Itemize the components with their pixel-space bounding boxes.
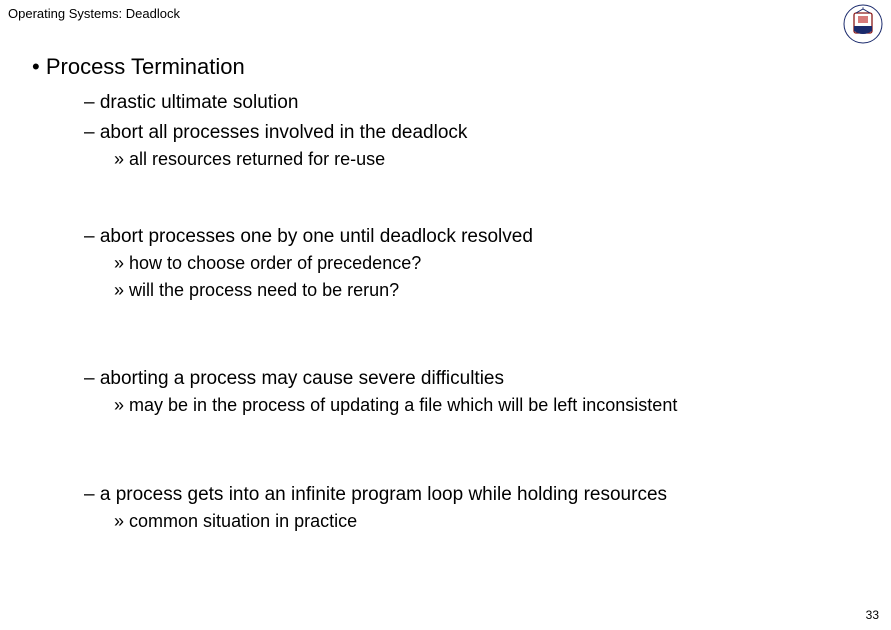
bullet-sub: – a process gets into an infinite progra…	[84, 482, 871, 508]
bullet-sub: – drastic ultimate solution	[84, 90, 871, 116]
raquo-icon: »	[114, 253, 124, 273]
bullet-sub: – abort all processes involved in the de…	[84, 120, 871, 146]
bullet-sub-text: abort processes one by one until deadloc…	[100, 226, 533, 247]
slide-content: • Process Termination – drastic ultimate…	[32, 54, 871, 536]
bullet-sub-text: a process gets into an infinite program …	[100, 484, 667, 505]
bullet-sub-text: drastic ultimate solution	[100, 92, 299, 113]
dash-icon: –	[84, 484, 95, 505]
dash-icon: –	[84, 368, 95, 389]
bullet-sub-text: abort all processes involved in the dead…	[100, 122, 468, 143]
raquo-icon: »	[114, 395, 124, 415]
bullet-subsub-text: common situation in practice	[129, 511, 357, 531]
bullet-sub-text: aborting a process may cause severe diff…	[100, 368, 504, 389]
bullet-dot-icon: •	[32, 54, 40, 79]
bullet-subsub: » how to choose order of precedence?	[114, 251, 871, 275]
university-crest-icon: ✦	[843, 4, 883, 44]
slide-header: Operating Systems: Deadlock	[8, 6, 180, 21]
bullet-sub: – abort processes one by one until deadl…	[84, 224, 871, 250]
dash-icon: –	[84, 122, 95, 143]
page-number: 33	[866, 608, 879, 622]
bullet-subsub-text: may be in the process of updating a file…	[129, 395, 677, 415]
bullet-subsub-text: all resources returned for re-use	[129, 149, 385, 169]
raquo-icon: »	[114, 149, 124, 169]
raquo-icon: »	[114, 280, 124, 300]
bullet-main-text: Process Termination	[46, 54, 245, 79]
bullet-subsub: » common situation in practice	[114, 509, 871, 533]
bullet-subsub: » will the process need to be rerun?	[114, 278, 871, 302]
bullet-main: • Process Termination	[32, 54, 871, 80]
bullet-subsub: » may be in the process of updating a fi…	[114, 393, 871, 417]
raquo-icon: »	[114, 511, 124, 531]
dash-icon: –	[84, 92, 95, 113]
bullet-subsub: » all resources returned for re-use	[114, 147, 871, 171]
dash-icon: –	[84, 226, 95, 247]
bullet-subsub-text: will the process need to be rerun?	[129, 280, 399, 300]
bullet-subsub-text: how to choose order of precedence?	[129, 253, 421, 273]
bullet-sub: – aborting a process may cause severe di…	[84, 366, 871, 392]
